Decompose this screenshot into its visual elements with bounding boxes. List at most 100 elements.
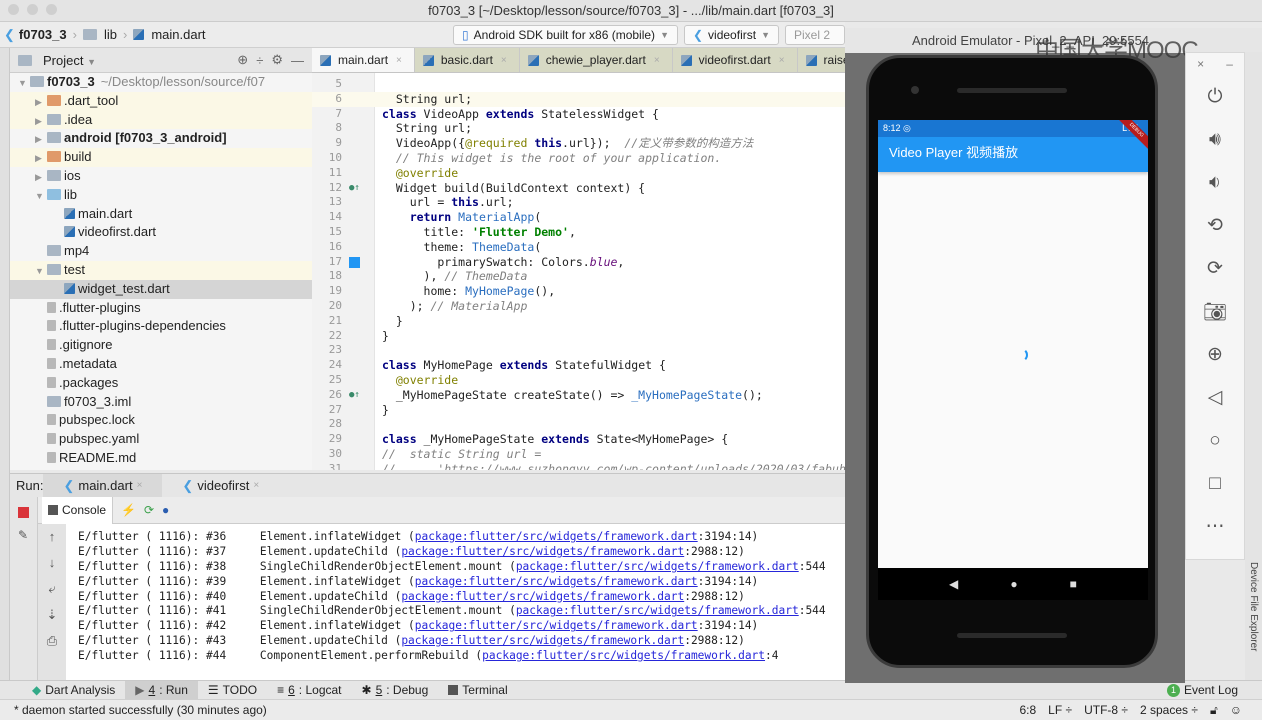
scroll-to-end-icon[interactable]: ⇣ (38, 602, 66, 628)
tree-item[interactable]: README.md (10, 449, 312, 468)
tree-item[interactable]: .gitignore (10, 336, 312, 355)
close-tab-icon[interactable]: × (654, 55, 660, 66)
tree-item[interactable]: f0703_3.iml (10, 393, 312, 412)
close-icon[interactable]: × (1197, 57, 1204, 71)
tree-item[interactable]: .flutter-plugins-dependencies (10, 317, 312, 336)
hot-reload-icon[interactable]: ⚡ (121, 503, 136, 517)
tree-item[interactable]: ▶ build (10, 148, 312, 167)
breadcrumb-lib[interactable]: lib (82, 27, 117, 42)
encoding[interactable]: UTF-8 ÷ (1084, 703, 1128, 717)
home-icon[interactable]: ○ (1186, 419, 1244, 462)
volume-down-button[interactable]: 🔉︎ (1186, 161, 1244, 204)
tab-basic-dart[interactable]: basic.dart × (414, 48, 520, 72)
volume-up-button[interactable]: 🔊︎ (1186, 118, 1244, 161)
zoom-icon[interactable]: ⊕ (1186, 333, 1244, 376)
log-link[interactable]: package:flutter/src/widgets/framework.da… (516, 560, 799, 573)
tool-tab-logcat[interactable]: ≡ 6: Logcat (267, 681, 351, 700)
device-file-explorer-stripe[interactable]: Device File Explorer (1245, 52, 1262, 680)
home-button[interactable]: ● (1010, 577, 1017, 591)
locate-icon[interactable]: ⊕ (237, 52, 248, 68)
devtools-icon[interactable]: ● (162, 503, 169, 517)
device-selector[interactable]: ▯ Android SDK built for x86 (mobile) ▼ (453, 24, 678, 45)
tool-tab-dart-analysis[interactable]: ◆ Dart Analysis (22, 681, 125, 700)
back-icon[interactable]: ◁ (1186, 376, 1244, 419)
tree-item[interactable]: pubspec.lock (10, 411, 312, 430)
tab-chewie_player-dart[interactable]: chewie_player.dart × (519, 48, 673, 72)
console-tab[interactable]: Console (42, 496, 114, 524)
collapse-icon[interactable]: ÷ (256, 53, 263, 68)
tree-item[interactable]: widget_test.dart (10, 279, 312, 299)
tree-item[interactable]: mp4 (10, 242, 312, 261)
minimize-icon[interactable]: – (1226, 57, 1233, 71)
event-log-button[interactable]: 1 Event Log (1157, 681, 1248, 700)
overview-icon[interactable]: □ (1186, 462, 1244, 505)
tree-item[interactable]: .flutter-plugins (10, 299, 312, 318)
gear-icon[interactable]: ⚙ (271, 52, 283, 68)
log-link[interactable]: package:flutter/src/widgets/framework.da… (482, 649, 765, 662)
inspector-icon[interactable]: ☺ (1230, 703, 1242, 717)
tree-item[interactable]: .packages (10, 374, 312, 393)
log-link[interactable]: package:flutter/src/widgets/framework.da… (415, 530, 698, 543)
tree-item[interactable]: ▼ f0703_3 ~/Desktop/lesson/source/f07 (10, 73, 312, 92)
log-link[interactable]: package:flutter/src/widgets/framework.da… (401, 590, 684, 603)
log-link[interactable]: package:flutter/src/widgets/framework.da… (401, 634, 684, 647)
rotate-left-button[interactable]: ⟲ (1186, 204, 1244, 247)
tree-item[interactable]: ▶ ios (10, 167, 312, 186)
console-output[interactable]: E/flutter ( 1116): #36 Element.inflateWi… (66, 524, 845, 680)
indent[interactable]: 2 spaces ÷ (1140, 703, 1198, 717)
recents-button[interactable]: ■ (1070, 577, 1077, 591)
tree-item[interactable]: ▶ .dart_tool (10, 91, 312, 111)
tool-tab-terminal[interactable]: Terminal (438, 681, 517, 700)
status-message[interactable]: * daemon started successfully (30 minute… (14, 703, 267, 717)
print-icon[interactable]: ⎙ (38, 628, 66, 654)
close-tab-icon[interactable]: × (396, 55, 402, 66)
camera-icon[interactable]: 📷︎ (1186, 290, 1244, 333)
device-screen[interactable]: 8:12 ◎LTEDEBUG Video Player 视频播放 ◀ ● ■ (878, 120, 1148, 600)
tool-tab-debug[interactable]: ✱ 5: Debug (352, 681, 439, 700)
avd-selector[interactable]: Pixel 2 (785, 24, 845, 45)
log-link[interactable]: package:flutter/src/widgets/framework.da… (516, 604, 799, 617)
line-separator[interactable]: LF ÷ (1048, 703, 1072, 717)
tree-item[interactable]: ▶ .idea (10, 110, 312, 130)
tree-item[interactable]: ▶ android [f0703_3_android] (10, 129, 312, 148)
tool-tab-todo[interactable]: ☰ TODO (198, 681, 267, 700)
log-link[interactable]: package:flutter/src/widgets/framework.da… (415, 575, 698, 588)
breadcrumb-project[interactable]: ❮ f0703_3 (4, 27, 67, 43)
tree-item[interactable]: main.dart (10, 205, 312, 224)
pin-icon[interactable]: ✎ (18, 528, 29, 542)
hide-icon[interactable]: — (291, 53, 304, 68)
stop-button[interactable] (18, 507, 29, 518)
scroll-down-icon[interactable]: ↓ (38, 550, 66, 576)
tab-videofirst-dart[interactable]: videofirst.dart × (672, 48, 798, 72)
window-controls[interactable] (8, 0, 65, 22)
close-tab-icon[interactable]: × (501, 55, 507, 66)
override-marker-icon[interactable]: ●↑ (349, 181, 360, 193)
project-view-selector[interactable]: Project ▼ (43, 53, 96, 68)
tool-tab-run[interactable]: ▶ 4: Run (125, 680, 198, 700)
code-editor[interactable]: 56 String url; 7 class VideoApp extends St… (312, 73, 845, 470)
tree-item[interactable]: ▼ test (10, 260, 312, 280)
scroll-up-icon[interactable]: ↑ (38, 524, 66, 550)
soft-wrap-icon[interactable]: ⤶ (38, 576, 66, 602)
log-link[interactable]: package:flutter/src/widgets/framework.da… (415, 619, 698, 632)
tree-item[interactable]: ▼ lib (10, 186, 312, 205)
run-config-selector[interactable]: ❮ videofirst ▼ (683, 24, 779, 45)
run-tab-videofirst[interactable]: ❮ videofirst × (162, 474, 279, 498)
rotate-right-button[interactable]: ⟳ (1186, 247, 1244, 290)
more-icon[interactable]: ⋯ (1186, 505, 1244, 548)
hot-restart-icon[interactable]: ⟳ (144, 503, 154, 517)
back-button[interactable]: ◀ (949, 577, 958, 591)
close-tab-icon[interactable]: × (779, 55, 785, 66)
color-swatch-icon[interactable] (349, 256, 360, 268)
tab-main-dart[interactable]: main.dart × (312, 48, 415, 72)
tree-item[interactable]: videofirst.dart (10, 223, 312, 242)
tree-item[interactable]: .metadata (10, 355, 312, 374)
caret-position[interactable]: 6:8 (1019, 703, 1036, 717)
lock-icon[interactable]: 🔓︎ (1210, 703, 1218, 718)
run-tab-main[interactable]: ❮ main.dart × (43, 473, 163, 498)
tree-item[interactable]: pubspec.yaml (10, 430, 312, 449)
power-button[interactable]: ⏻ (1186, 75, 1244, 118)
log-link[interactable]: package:flutter/src/widgets/framework.da… (401, 545, 684, 558)
breadcrumb-file[interactable]: main.dart (133, 27, 206, 42)
override-marker-icon[interactable]: ●↑ (349, 388, 360, 400)
